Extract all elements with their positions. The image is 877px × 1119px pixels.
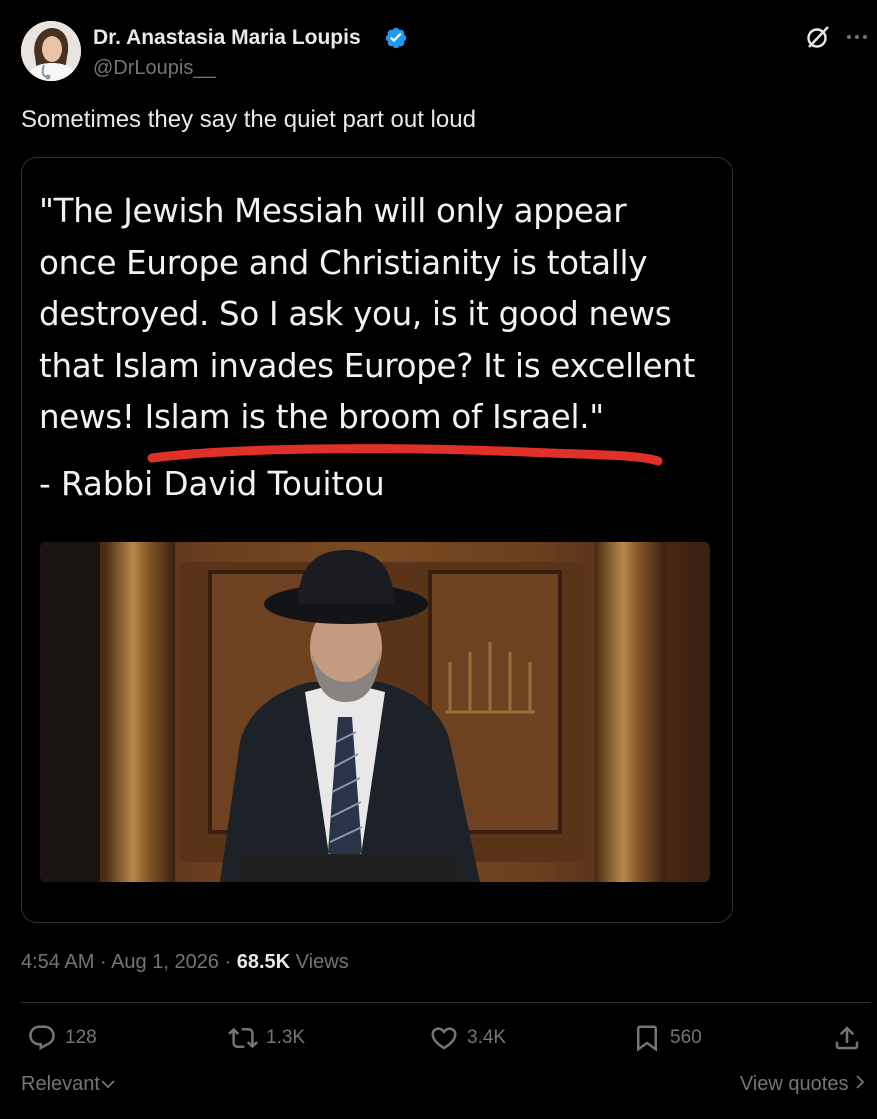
- reply-count: 128: [65, 1027, 97, 1048]
- media-quote-text: "The Jewish Messiah will only appear onc…: [39, 192, 696, 436]
- repost-icon: [228, 1027, 258, 1049]
- like-count: 3.4K: [467, 1027, 507, 1048]
- chevron-down-icon: [101, 1080, 115, 1089]
- tweet-time[interactable]: 4:54 AM: [21, 951, 94, 973]
- avatar[interactable]: [21, 21, 81, 81]
- heart-icon: [431, 1027, 457, 1050]
- repost-count: 1.3K: [266, 1027, 306, 1048]
- author-name[interactable]: Dr. Anastasia Maria Loupis: [93, 26, 361, 50]
- author-handle[interactable]: @DrLoupis__: [93, 57, 216, 80]
- bookmark-count: 560: [670, 1027, 702, 1048]
- bookmark-icon: [637, 1025, 657, 1052]
- media-attribution: - Rabbi David Touitou: [39, 465, 385, 503]
- chevron-right-icon: [856, 1075, 865, 1089]
- views-label: Views: [290, 951, 349, 973]
- divider: [21, 1002, 871, 1003]
- tweet-meta: 4:54 AM · Aug 1, 2026 · 68.5K Views: [21, 951, 349, 974]
- meta-separator: ·: [94, 951, 112, 973]
- repost-button[interactable]: 1.3K: [228, 1020, 305, 1056]
- like-button[interactable]: 3.4K: [429, 1020, 506, 1056]
- meta-separator: ·: [218, 951, 237, 973]
- tweet-detail: Dr. Anastasia Maria Loupis @DrLoupis__ S…: [0, 0, 877, 1119]
- verified-badge-icon[interactable]: [384, 26, 408, 50]
- tweet-date[interactable]: Aug 1, 2026: [111, 951, 219, 973]
- view-quotes-link[interactable]: View quotes: [740, 1073, 866, 1096]
- grok-icon[interactable]: [805, 24, 831, 50]
- views-count: 68.5K: [236, 951, 291, 973]
- more-icon[interactable]: [845, 24, 869, 50]
- reply-icon: [29, 1025, 55, 1051]
- tweet-text: Sometimes they say the quiet part out lo…: [21, 106, 476, 133]
- rabbi-photo: [40, 542, 710, 882]
- share-icon: [835, 1026, 859, 1050]
- bookmark-button[interactable]: 560: [632, 1020, 702, 1056]
- sort-label: Relevant: [21, 1073, 100, 1095]
- view-quotes-label: View quotes: [739, 1073, 849, 1095]
- sort-replies-dropdown[interactable]: Relevant: [21, 1073, 116, 1096]
- share-button[interactable]: [832, 1020, 870, 1056]
- reply-button[interactable]: 128: [27, 1020, 97, 1056]
- tweet-media[interactable]: "The Jewish Messiah will only appear onc…: [21, 157, 733, 923]
